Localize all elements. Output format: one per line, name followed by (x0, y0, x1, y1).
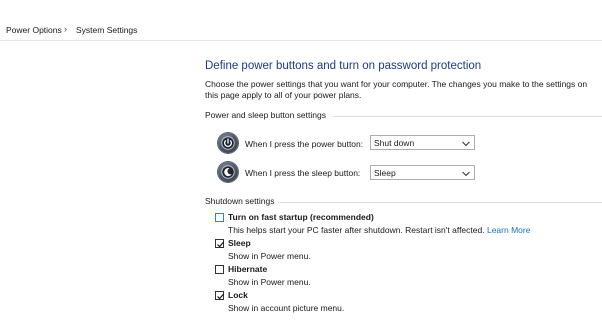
shutdown-divider (278, 202, 602, 203)
power-sleep-divider (333, 116, 602, 117)
sleep-checkbox[interactable] (215, 239, 225, 248)
sleep-option-description: Show in Power menu. (228, 251, 311, 261)
lock-checkbox[interactable] (215, 291, 225, 300)
fast-startup-label[interactable]: Turn on fast startup (recommended) (228, 212, 374, 222)
chevron-down-icon (462, 139, 470, 149)
lock-option-description: Show in account picture menu. (228, 303, 345, 313)
top-toolbar (0, 0, 602, 19)
power-button-label: When I press the power button: (245, 139, 364, 149)
breadcrumb-system-settings[interactable]: System Settings (76, 25, 137, 35)
sleep-button-label: When I press the sleep button: (245, 168, 361, 178)
fast-startup-checkbox[interactable] (215, 213, 224, 222)
sleep-button-select[interactable]: Sleep (370, 165, 475, 180)
chevron-down-icon (462, 169, 470, 179)
sleep-button-value: Sleep (374, 168, 396, 178)
page-title: Define power buttons and turn on passwor… (205, 60, 482, 72)
power-sleep-header: Power and sleep button settings (205, 110, 326, 120)
hibernate-option-description: Show in Power menu. (228, 277, 311, 287)
shutdown-header: Shutdown settings (205, 196, 275, 206)
power-button-select[interactable]: Shut down (370, 135, 475, 150)
page-description: Choose the power settings that you want … (205, 79, 588, 100)
fast-startup-description: This helps start your PC faster after sh… (228, 225, 530, 235)
breadcrumb: Power Options › System Settings (0, 18, 602, 41)
breadcrumb-power-options[interactable]: Power Options (6, 25, 62, 35)
power-button-value: Shut down (374, 138, 415, 148)
breadcrumb-separator-icon: › (64, 24, 67, 34)
hibernate-option-label[interactable]: Hibernate (228, 264, 267, 274)
lock-option-label[interactable]: Lock (228, 290, 248, 300)
sleep-option-label[interactable]: Sleep (228, 238, 251, 248)
hibernate-checkbox[interactable] (215, 265, 224, 274)
moon-icon (218, 162, 238, 182)
fast-startup-desc-text: This helps start your PC faster after sh… (228, 225, 485, 235)
learn-more-link[interactable]: Learn More (487, 225, 530, 235)
power-icon (218, 133, 238, 153)
